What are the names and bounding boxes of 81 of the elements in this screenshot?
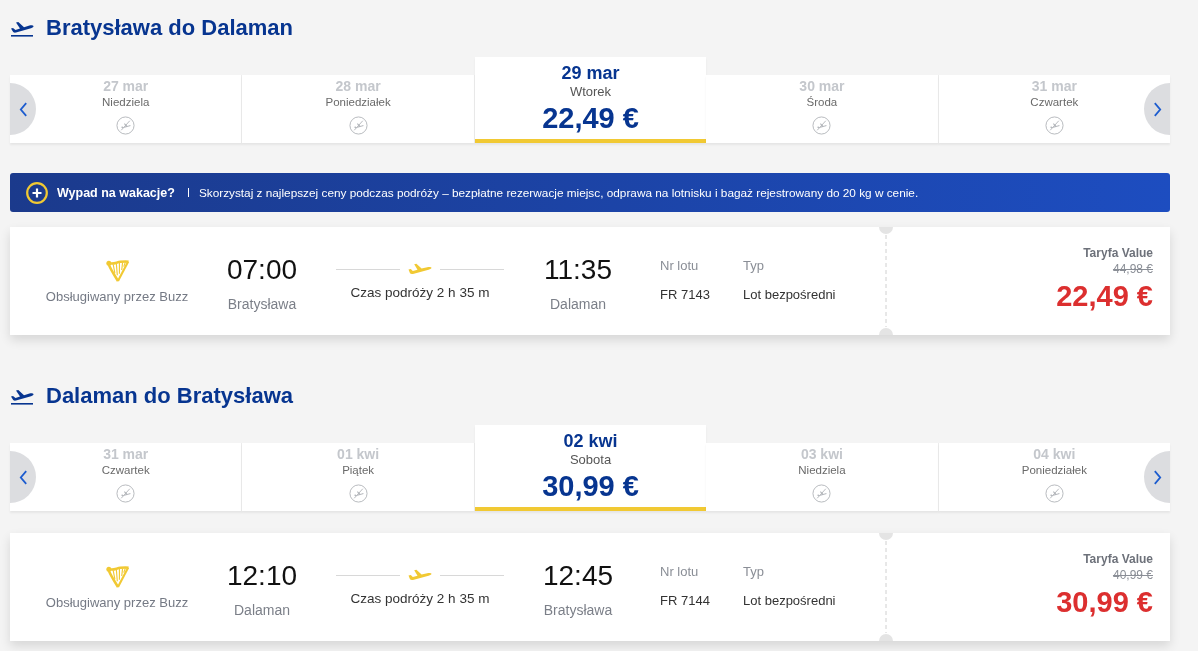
date-label: 03 kwi bbox=[800, 447, 843, 462]
chevron-right-icon bbox=[1152, 468, 1162, 486]
fare-name: Taryfa Value bbox=[1083, 552, 1153, 566]
flight-number-label: Nr lotu bbox=[660, 258, 700, 274]
weekday-label: Niedziela bbox=[102, 95, 150, 109]
flight-duration: Czas podróży 2 h 35 m bbox=[350, 591, 490, 607]
date-label: 04 kwi bbox=[1033, 447, 1076, 462]
date-label: 29 mar bbox=[561, 63, 620, 83]
no-flights-icon bbox=[812, 116, 832, 135]
flight-number: FR 7144 bbox=[660, 593, 711, 609]
plus-icon bbox=[26, 181, 48, 204]
weekday-label: Sobota bbox=[569, 452, 612, 468]
date-tab[interactable]: 30 mar Środa bbox=[706, 75, 939, 143]
date-tab[interactable]: 31 mar Czwartek bbox=[10, 443, 243, 511]
old-price: 40,99 € bbox=[1112, 568, 1153, 583]
flight-type: Lot bezpośredni bbox=[743, 287, 837, 303]
plane-icon bbox=[408, 569, 432, 582]
date-label: 27 mar bbox=[103, 79, 149, 94]
departure-time: 12:10 bbox=[226, 560, 298, 592]
no-flights-icon bbox=[116, 116, 136, 135]
harp-icon bbox=[104, 258, 130, 283]
weekday-label: Środa bbox=[806, 95, 838, 109]
date-label: 31 mar bbox=[1031, 79, 1077, 94]
arrival-time: 12:45 bbox=[542, 560, 614, 592]
flight-type: Lot bezpośredni bbox=[743, 593, 837, 609]
flight-type-label: Typ bbox=[743, 564, 765, 580]
no-flights-icon bbox=[812, 484, 832, 503]
arrival-city: Dalaman bbox=[550, 296, 606, 312]
departure-city: Dalaman bbox=[234, 602, 290, 618]
old-price: 44,98 € bbox=[1112, 262, 1153, 277]
date-tab[interactable]: 29 mar Wtorek 22,49 € bbox=[474, 57, 707, 143]
no-flights-icon bbox=[1044, 484, 1064, 503]
weekday-label: Wtorek bbox=[569, 84, 612, 100]
date-price: 30,99 € bbox=[542, 470, 639, 502]
departure-city: Bratysława bbox=[227, 296, 297, 312]
weekday-label: Czwartek bbox=[101, 463, 150, 477]
date-label: 01 kwi bbox=[337, 447, 380, 462]
date-tab[interactable]: 04 kwi Poniedziałek bbox=[938, 443, 1171, 511]
date-tab[interactable]: 27 mar Niedziela bbox=[10, 75, 243, 143]
departure-time: 07:00 bbox=[226, 254, 298, 286]
chevron-right-icon bbox=[1152, 100, 1162, 118]
date-tab[interactable]: 02 kwi Sobota 30,99 € bbox=[474, 425, 707, 511]
flight-duration: Czas podróży 2 h 35 m bbox=[350, 285, 490, 301]
plane-takeoff-icon bbox=[10, 387, 34, 405]
chevron-left-icon bbox=[18, 100, 28, 118]
plane-takeoff-icon bbox=[10, 19, 34, 37]
flight-number-label: Nr lotu bbox=[660, 564, 700, 580]
date-label: 02 kwi bbox=[563, 431, 618, 451]
no-flights-icon bbox=[348, 484, 368, 503]
arrival-city: Bratysława bbox=[543, 602, 613, 618]
operator-label: Obsługiwany przez Buzz bbox=[45, 289, 189, 305]
date-tab[interactable]: 01 kwi Piątek bbox=[242, 443, 475, 511]
fare-price: 30,99 € bbox=[1056, 586, 1153, 618]
plane-icon bbox=[408, 263, 432, 276]
section-title: Dalaman do Bratysława bbox=[46, 382, 293, 410]
promo-text: Skorzystaj z najlepszej ceny podczas podróży – bezpłatne rezerwacje miejsc, odprawa na lotnisku i bagaż rejestrowany do 20 kg w cenie. bbox=[198, 185, 919, 200]
chevron-left-icon bbox=[18, 468, 28, 486]
arrival-time: 11:35 bbox=[544, 254, 612, 286]
operator-label: Obsługiwany przez Buzz bbox=[45, 595, 189, 611]
promo-title: Wypad na wakacje? bbox=[57, 185, 175, 200]
section-title: Bratysława do Dalaman bbox=[46, 14, 293, 42]
no-flights-icon bbox=[348, 116, 368, 135]
harp-icon bbox=[104, 564, 130, 589]
date-label: 31 mar bbox=[103, 447, 149, 462]
fare-name: Taryfa Value bbox=[1083, 246, 1153, 260]
flight-number: FR 7143 bbox=[660, 287, 711, 303]
weekday-label: Poniedziałek bbox=[1021, 463, 1087, 477]
date-tab[interactable]: 28 mar Poniedziałek bbox=[242, 75, 475, 143]
weekday-label: Piątek bbox=[342, 463, 375, 477]
date-label: 28 mar bbox=[335, 79, 381, 94]
date-price: 22,49 € bbox=[542, 102, 639, 134]
date-tab[interactable]: 31 mar Czwartek bbox=[938, 75, 1171, 143]
date-label: 30 mar bbox=[799, 79, 845, 94]
weekday-label: Niedziela bbox=[798, 463, 846, 477]
fare-price: 22,49 € bbox=[1056, 280, 1153, 312]
weekday-label: Poniedziałek bbox=[325, 95, 391, 109]
no-flights-icon bbox=[116, 484, 136, 503]
date-tab[interactable]: 03 kwi Niedziela bbox=[706, 443, 939, 511]
no-flights-icon bbox=[1044, 116, 1064, 135]
flight-type-label: Typ bbox=[743, 258, 765, 274]
weekday-label: Czwartek bbox=[1030, 95, 1079, 109]
